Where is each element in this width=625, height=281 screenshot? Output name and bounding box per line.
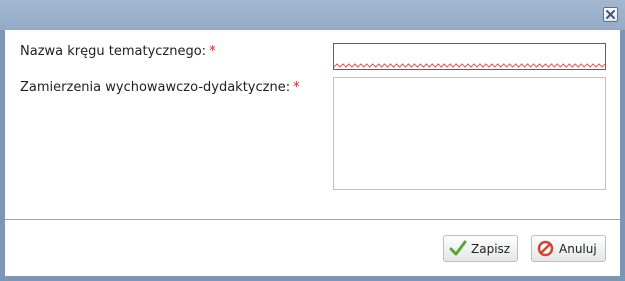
dialog-body: Nazwa kręgu tematycznego: * Zamierzenia w… <box>5 30 620 276</box>
checkmark-icon <box>449 240 467 256</box>
cancel-icon <box>537 240 554 257</box>
close-icon <box>606 10 615 19</box>
footer-separator <box>5 219 620 220</box>
save-button[interactable]: Zapisz <box>443 235 518 262</box>
required-marker: * <box>293 80 300 95</box>
dialog-titlebar <box>0 0 625 30</box>
name-field-label: Nazwa kręgu tematycznego: * <box>20 44 216 59</box>
save-button-label: Zapisz <box>471 242 511 256</box>
cancel-button-label: Anuluj <box>559 242 597 256</box>
required-marker: * <box>209 44 216 59</box>
validation-squiggle <box>334 63 605 68</box>
form-area: Nazwa kręgu tematycznego: * Zamierzenia w… <box>5 30 620 220</box>
name-label-text: Nazwa kręgu tematycznego: <box>20 44 207 59</box>
close-button[interactable] <box>603 7 618 22</box>
name-input[interactable] <box>333 43 606 70</box>
goals-field-label: Zamierzenia wychowawczo-dydaktyczne: * <box>20 80 300 95</box>
goals-textarea[interactable] <box>333 77 606 190</box>
goals-label-text: Zamierzenia wychowawczo-dydaktyczne: <box>20 80 291 95</box>
dialog-window: Nazwa kręgu tematycznego: * Zamierzenia w… <box>0 0 625 281</box>
cancel-button[interactable]: Anuluj <box>531 235 606 262</box>
